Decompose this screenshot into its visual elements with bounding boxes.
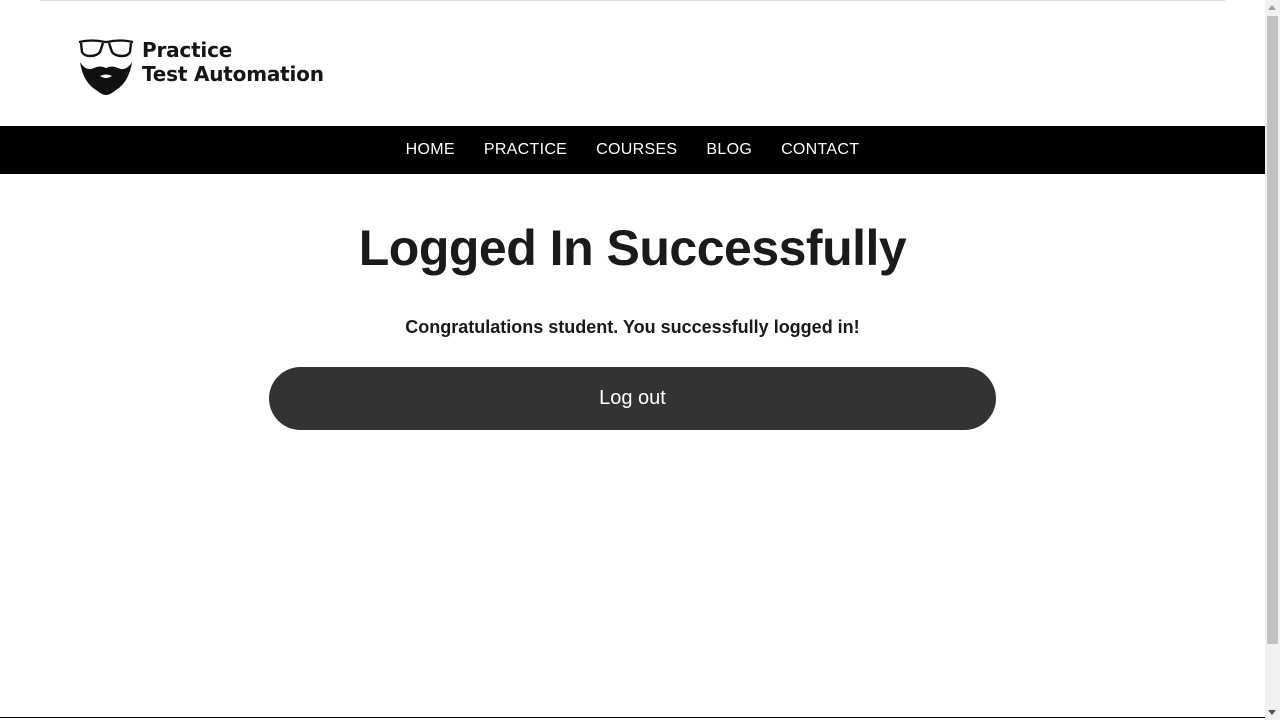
bearded-face-glasses-icon (78, 39, 134, 95)
page-title: Logged In Successfully (358, 220, 907, 276)
site-logo[interactable]: Practice Test Automation (78, 38, 324, 96)
main-content: Logged In Successfully Congratulations s… (0, 174, 1265, 430)
scrollbar-thumb[interactable] (1267, 16, 1278, 644)
page: Practice Test Automation HOME PRACTICE C… (0, 0, 1265, 720)
bottom-divider (0, 717, 1265, 718)
nav-item-courses[interactable]: COURSES (582, 141, 692, 158)
logo-line-1: Practice (142, 38, 233, 62)
nav-item-contact[interactable]: CONTACT (767, 141, 874, 158)
nav-item-practice[interactable]: PRACTICE (469, 141, 581, 158)
logo-line-2: Test Automation (142, 62, 324, 86)
logo-text: Practice Test Automation (142, 38, 324, 86)
scroll-up-arrow-icon[interactable] (1268, 5, 1276, 10)
nav-list: HOME PRACTICE COURSES BLOG CONTACT (391, 126, 874, 174)
vertical-scrollbar[interactable] (1265, 0, 1280, 720)
main-navigation: HOME PRACTICE COURSES BLOG CONTACT (0, 126, 1265, 174)
success-message: Congratulations student. You successfull… (405, 317, 860, 337)
scroll-down-arrow-icon[interactable] (1268, 710, 1276, 715)
nav-item-home[interactable]: HOME (391, 141, 469, 158)
nav-item-blog[interactable]: BLOG (692, 141, 767, 158)
top-divider (40, 0, 1225, 1)
logout-button[interactable]: Log out (269, 367, 996, 430)
